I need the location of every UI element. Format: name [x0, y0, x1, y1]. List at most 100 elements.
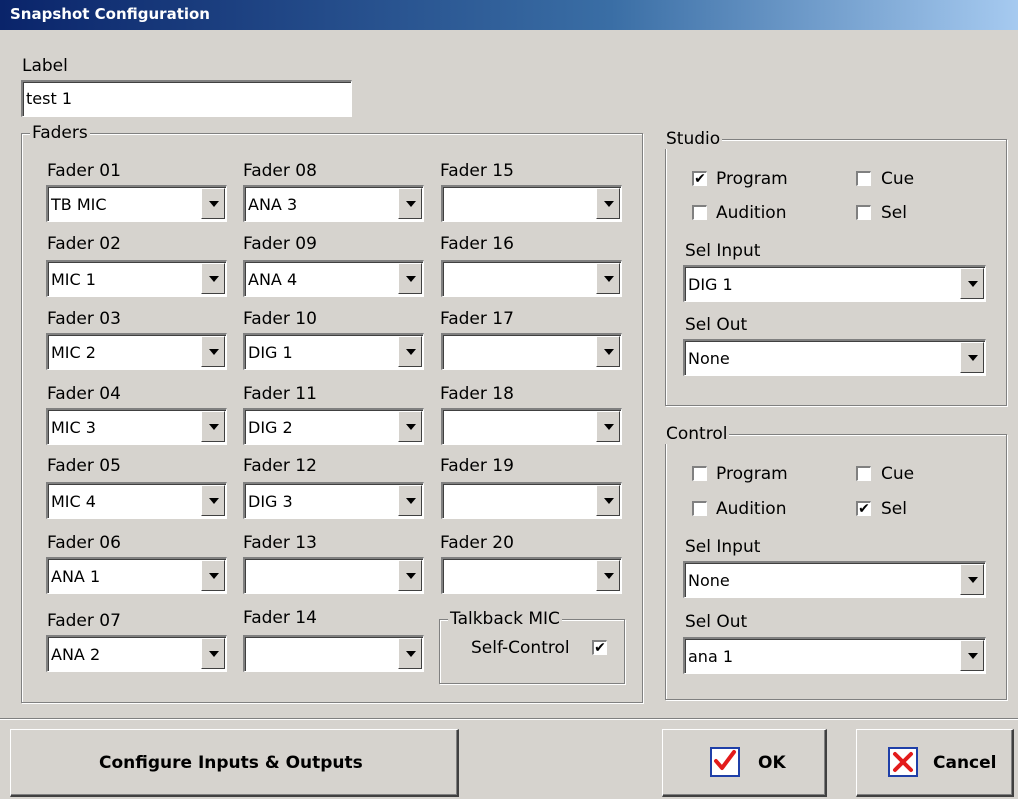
chevron-down-icon[interactable]	[596, 411, 620, 442]
self-control-checkbox[interactable]: ✔	[592, 640, 607, 655]
fader-07-select[interactable]: ANA 2	[46, 635, 227, 672]
studio-sel-input-select[interactable]: DIG 1	[683, 265, 986, 302]
self-control-label: Self-Control	[471, 638, 570, 658]
chevron-down-icon[interactable]	[596, 263, 620, 294]
control-sel-input-label: Sel Input	[685, 537, 761, 557]
fader-11-label: Fader 11	[243, 384, 317, 404]
fader-12-label: Fader 12	[243, 456, 317, 476]
title-bar: Snapshot Configuration	[0, 0, 1018, 30]
fader-09-label: Fader 09	[243, 234, 317, 254]
control-sel-out-select[interactable]: ana 1	[683, 637, 986, 674]
studio-program-label: Program	[716, 169, 788, 189]
studio-sel-out-label: Sel Out	[685, 315, 748, 335]
chevron-down-icon[interactable]	[398, 485, 422, 516]
fader-02-select[interactable]: MIC 1	[46, 260, 227, 297]
control-sel-input-select[interactable]: None	[683, 561, 986, 598]
fader-01-label: Fader 01	[47, 161, 121, 181]
fader-10-select[interactable]: DIG 1	[243, 333, 424, 370]
control-sel-label: Sel	[881, 499, 907, 519]
fader-15-label: Fader 15	[440, 161, 514, 181]
chevron-down-icon[interactable]	[201, 485, 225, 516]
chevron-down-icon[interactable]	[596, 560, 620, 591]
chevron-down-icon[interactable]	[398, 188, 422, 219]
fader-01-select[interactable]: TB MIC	[46, 185, 227, 222]
studio-sel-out-select[interactable]: None	[683, 339, 986, 376]
chevron-down-icon[interactable]	[960, 640, 984, 671]
chevron-down-icon[interactable]	[201, 560, 225, 591]
fader-09-select[interactable]: ANA 4	[243, 260, 424, 297]
control-cue-label: Cue	[881, 464, 915, 484]
studio-sel-label: Sel	[881, 203, 907, 223]
check-icon: ✔	[858, 501, 870, 517]
fader-14-select[interactable]	[243, 635, 424, 672]
talkback-group-title: Talkback MIC	[448, 609, 562, 629]
fader-04-select[interactable]: MIC 3	[46, 408, 227, 445]
control-audition-checkbox[interactable]	[692, 501, 707, 516]
fader-13-select[interactable]	[243, 557, 424, 594]
fader-20-select[interactable]	[441, 557, 622, 594]
fader-08-select[interactable]: ANA 3	[243, 185, 424, 222]
chevron-down-icon[interactable]	[596, 188, 620, 219]
fader-02-label: Fader 02	[47, 234, 121, 254]
check-icon: ✔	[594, 640, 606, 656]
fader-16-select[interactable]	[441, 260, 622, 297]
control-cue-checkbox[interactable]	[856, 466, 871, 481]
studio-cue-checkbox[interactable]	[856, 171, 871, 186]
fader-06-label: Fader 06	[47, 533, 121, 553]
fader-15-select[interactable]	[441, 185, 622, 222]
fader-17-select[interactable]	[441, 333, 622, 370]
chevron-down-icon[interactable]	[596, 336, 620, 367]
chevron-down-icon[interactable]	[960, 564, 984, 595]
chevron-down-icon[interactable]	[201, 638, 225, 669]
studio-audition-checkbox[interactable]	[692, 205, 707, 220]
fader-18-label: Fader 18	[440, 384, 514, 404]
configure-inputs-outputs-button[interactable]: Configure Inputs & Outputs	[10, 729, 459, 797]
fader-18-select[interactable]	[441, 408, 622, 445]
ok-button[interactable]: OK	[662, 729, 827, 797]
fader-03-label: Fader 03	[47, 309, 121, 329]
chevron-down-icon[interactable]	[398, 411, 422, 442]
chevron-down-icon[interactable]	[398, 638, 422, 669]
cancel-button[interactable]: Cancel	[856, 729, 1014, 797]
fader-05-select[interactable]: MIC 4	[46, 482, 227, 519]
faders-group-title: Faders	[30, 123, 90, 143]
fader-14-label: Fader 14	[243, 608, 317, 628]
chevron-down-icon[interactable]	[201, 263, 225, 294]
fader-03-select[interactable]: MIC 2	[46, 333, 227, 370]
studio-sel-checkbox[interactable]	[856, 205, 871, 220]
fader-19-select[interactable]	[441, 482, 622, 519]
fader-12-select[interactable]: DIG 3	[243, 482, 424, 519]
blue-check-icon	[710, 747, 740, 777]
chevron-down-icon[interactable]	[398, 560, 422, 591]
fader-17-label: Fader 17	[440, 309, 514, 329]
chevron-down-icon[interactable]	[960, 268, 984, 299]
fader-13-label: Fader 13	[243, 533, 317, 553]
red-x-icon	[888, 747, 918, 777]
studio-program-checkbox[interactable]: ✔	[692, 171, 707, 186]
chevron-down-icon[interactable]	[201, 411, 225, 442]
control-sel-out-label: Sel Out	[685, 612, 748, 632]
studio-group-title: Studio	[664, 129, 723, 149]
chevron-down-icon[interactable]	[960, 342, 984, 373]
label-input[interactable]: test 1	[21, 80, 352, 117]
studio-sel-input-label: Sel Input	[685, 241, 761, 261]
fader-16-label: Fader 16	[440, 234, 514, 254]
check-icon: ✔	[694, 171, 706, 187]
fader-20-label: Fader 20	[440, 533, 514, 553]
chevron-down-icon[interactable]	[596, 485, 620, 516]
chevron-down-icon[interactable]	[201, 336, 225, 367]
chevron-down-icon[interactable]	[398, 263, 422, 294]
chevron-down-icon[interactable]	[201, 188, 225, 219]
studio-cue-label: Cue	[881, 169, 915, 189]
label-caption: Label	[22, 56, 68, 76]
studio-audition-label: Audition	[716, 203, 787, 223]
fader-19-label: Fader 19	[440, 456, 514, 476]
control-program-checkbox[interactable]	[692, 466, 707, 481]
fader-08-label: Fader 08	[243, 161, 317, 181]
control-program-label: Program	[716, 464, 788, 484]
fader-06-select[interactable]: ANA 1	[46, 557, 227, 594]
fader-11-select[interactable]: DIG 2	[243, 408, 424, 445]
window-title: Snapshot Configuration	[10, 5, 210, 23]
control-sel-checkbox[interactable]: ✔	[856, 501, 871, 516]
chevron-down-icon[interactable]	[398, 336, 422, 367]
